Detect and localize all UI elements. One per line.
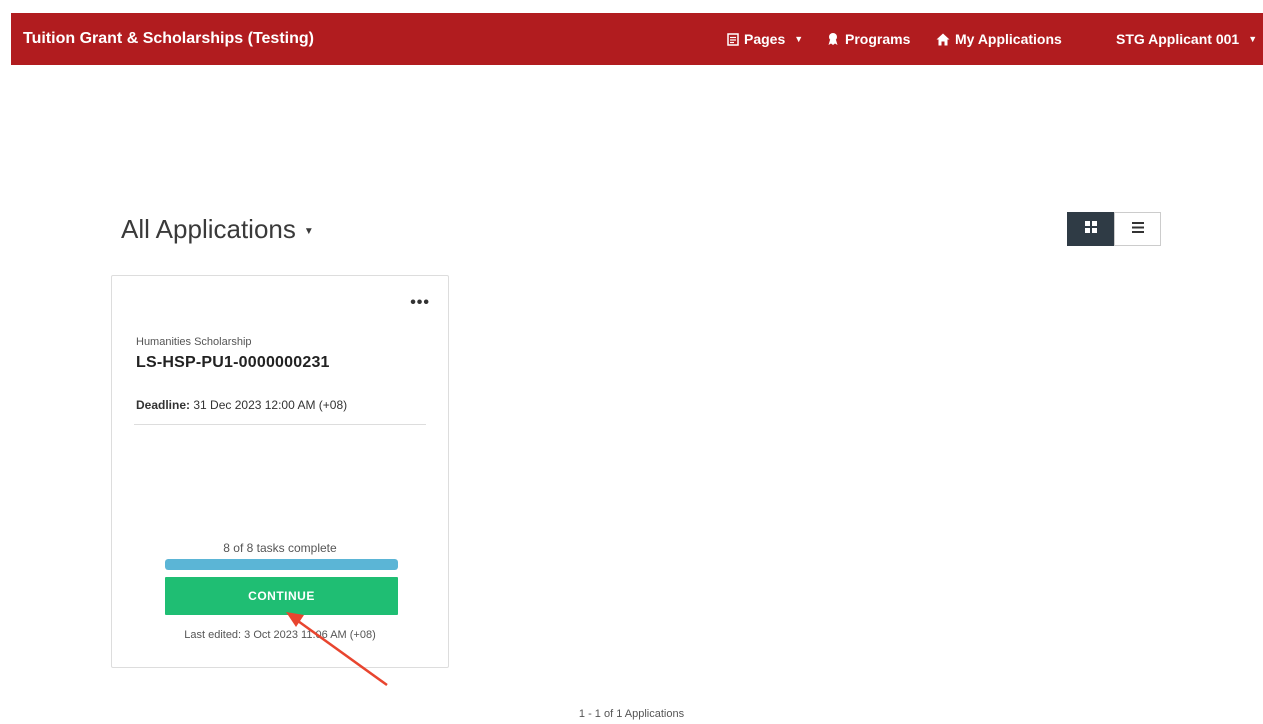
- nav-my-applications-label: My Applications: [955, 31, 1062, 47]
- chevron-down-icon: ▼: [1248, 34, 1258, 44]
- tasks-progress-text: 8 of 8 tasks complete: [223, 541, 337, 555]
- grid-icon: [1084, 220, 1097, 238]
- deadline-label: Deadline:: [136, 398, 191, 412]
- deadline: Deadline: 31 Dec 2023 12:00 AM (+08): [136, 398, 347, 412]
- pagination-summary: 1 - 1 of 1 Applications: [578, 708, 685, 720]
- progress-fill: [165, 559, 398, 570]
- nav-my-applications[interactable]: My Applications: [936, 13, 1062, 65]
- nav-programs[interactable]: Programs: [826, 13, 910, 65]
- list-icon: [1131, 220, 1144, 238]
- award-icon: [826, 32, 840, 46]
- app-title[interactable]: Tuition Grant & Scholarships (Testing): [23, 13, 314, 65]
- home-icon: [936, 33, 950, 46]
- application-id: LS-HSP-PU1-0000000231: [136, 354, 330, 371]
- applications-filter-dropdown[interactable]: All Applications ▼: [121, 214, 314, 245]
- document-icon: [727, 32, 739, 46]
- user-name: STG Applicant 001: [1116, 31, 1240, 47]
- top-navbar: Tuition Grant & Scholarships (Testing) P…: [11, 13, 1263, 65]
- nav-pages-menu[interactable]: Pages ▼: [727, 13, 803, 65]
- progress-bar: [165, 559, 398, 570]
- nav-programs-label: Programs: [845, 31, 911, 47]
- chevron-down-icon: ▼: [303, 226, 314, 237]
- deadline-value: 31 Dec 2023 12:00 AM (+08): [193, 398, 348, 412]
- continue-button[interactable]: CONTINUE: [165, 577, 398, 615]
- application-card: ••• Humanities Scholarship LS-HSP-PU1-00…: [111, 275, 449, 668]
- program-name: Humanities Scholarship: [136, 336, 252, 348]
- grid-view-button[interactable]: [1067, 212, 1114, 246]
- last-edited: Last edited: 3 Oct 2023 11:06 AM (+08): [184, 629, 376, 641]
- view-toggle: [1067, 212, 1161, 246]
- divider: [134, 424, 426, 425]
- chevron-down-icon: ▼: [794, 34, 804, 44]
- nav-pages-label: Pages: [744, 31, 786, 47]
- more-options-icon[interactable]: •••: [410, 294, 430, 312]
- user-menu[interactable]: STG Applicant 001 ▼: [1116, 13, 1257, 65]
- page-title: All Applications: [121, 214, 296, 244]
- list-view-button[interactable]: [1114, 212, 1161, 246]
